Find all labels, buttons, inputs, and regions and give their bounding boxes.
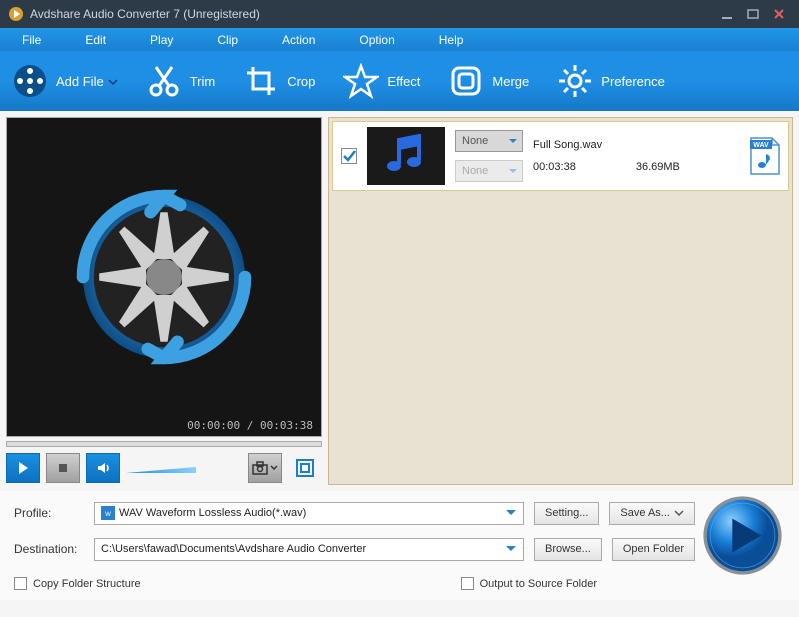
preview-pane: 00:00:00 / 00:03:38: [6, 117, 322, 485]
app-logo-icon: [8, 6, 24, 22]
merge-button[interactable]: Merge: [448, 63, 529, 99]
add-file-label: Add File: [56, 74, 104, 89]
file-dropdowns: None None: [455, 130, 523, 182]
volume-slider[interactable]: [126, 463, 196, 473]
menubar: File Edit Play Clip Action Option Help: [0, 28, 799, 51]
convert-button[interactable]: [700, 493, 785, 578]
chevron-down-icon: [108, 74, 118, 89]
scissors-icon: [146, 63, 182, 99]
play-button[interactable]: [6, 453, 40, 483]
file-dropdown-2: None: [455, 160, 523, 182]
file-meta: Full Song.wav 00:03:38 36.69MB: [533, 139, 740, 173]
chevron-down-icon: [505, 509, 517, 517]
file-duration: 00:03:38: [533, 161, 576, 173]
menu-file[interactable]: File: [0, 33, 63, 47]
output-source-label: Output to Source Folder: [480, 578, 597, 590]
menu-edit[interactable]: Edit: [63, 33, 128, 47]
menu-help[interactable]: Help: [417, 33, 486, 47]
profile-label: Profile:: [14, 506, 94, 520]
preview-progress[interactable]: [6, 441, 322, 447]
merge-icon: [448, 63, 484, 99]
destination-label: Destination:: [14, 542, 94, 556]
trim-button[interactable]: Trim: [146, 63, 216, 99]
wav-icon: W: [101, 506, 115, 520]
minimize-button[interactable]: [715, 5, 739, 23]
crop-label: Crop: [287, 74, 315, 89]
chevron-down-icon: [505, 545, 517, 553]
copy-folder-checkbox[interactable]: [14, 577, 27, 590]
svg-text:WAV: WAV: [753, 142, 769, 149]
menu-option[interactable]: Option: [337, 33, 416, 47]
window-title: Avdshare Audio Converter 7 (Unregistered…: [30, 7, 713, 21]
snapshot-button[interactable]: [248, 453, 282, 483]
copy-folder-label: Copy Folder Structure: [33, 578, 141, 590]
menu-clip[interactable]: Clip: [195, 33, 260, 47]
star-icon: [343, 63, 379, 99]
film-reel-icon: [12, 63, 48, 99]
preview-controls: [6, 451, 322, 485]
preview-video: 00:00:00 / 00:03:38: [6, 117, 322, 437]
titlebar: Avdshare Audio Converter 7 (Unregistered…: [0, 0, 799, 28]
destination-value: C:\Users\fawad\Documents\Avdshare Audio …: [101, 543, 366, 555]
open-folder-button[interactable]: Open Folder: [612, 538, 695, 561]
file-checkbox[interactable]: [341, 148, 357, 164]
preference-button[interactable]: Preference: [557, 63, 665, 99]
file-thumbnail: [367, 127, 445, 185]
profile-value: WAV Waveform Lossless Audio(*.wav): [119, 507, 306, 519]
effect-label: Effect: [387, 74, 420, 89]
save-as-button[interactable]: Save As...: [609, 502, 695, 525]
toolbar: Add File Trim Crop Effect Merge Preferen…: [0, 51, 799, 111]
preference-label: Preference: [601, 74, 665, 89]
output-source-checkbox[interactable]: [461, 577, 474, 590]
file-row[interactable]: None None Full Song.wav 00:03:38 36.69MB…: [332, 121, 789, 191]
destination-combo[interactable]: C:\Users\fawad\Documents\Avdshare Audio …: [94, 538, 524, 561]
browse-button[interactable]: Browse...: [534, 538, 602, 561]
profile-combo[interactable]: W WAV Waveform Lossless Audio(*.wav): [94, 502, 524, 525]
menu-play[interactable]: Play: [128, 33, 195, 47]
preview-reel-icon: [74, 187, 254, 367]
music-notes-icon: [381, 134, 431, 178]
gear-icon: [557, 63, 593, 99]
crop-icon: [243, 63, 279, 99]
trim-label: Trim: [190, 74, 216, 89]
fullscreen-button[interactable]: [288, 453, 322, 483]
effect-button[interactable]: Effect: [343, 63, 420, 99]
workarea: 00:00:00 / 00:03:38 None None Full Song.…: [0, 111, 799, 491]
add-file-button[interactable]: Add File: [12, 63, 118, 99]
maximize-button[interactable]: [741, 5, 765, 23]
close-button[interactable]: [767, 5, 791, 23]
merge-label: Merge: [492, 74, 529, 89]
file-list: None None Full Song.wav 00:03:38 36.69MB…: [328, 117, 793, 485]
file-format-icon: WAV: [750, 137, 780, 175]
crop-button[interactable]: Crop: [243, 63, 315, 99]
preview-timecode: 00:00:00 / 00:03:38: [187, 419, 313, 432]
file-dropdown-1[interactable]: None: [455, 130, 523, 152]
bottom-panel: Profile: W WAV Waveform Lossless Audio(*…: [0, 491, 799, 600]
setting-button[interactable]: Setting...: [534, 502, 599, 525]
stop-button[interactable]: [46, 453, 80, 483]
menu-action[interactable]: Action: [260, 33, 337, 47]
svg-text:W: W: [105, 512, 111, 518]
file-size: 36.69MB: [636, 161, 680, 173]
volume-button[interactable]: [86, 453, 120, 483]
file-name: Full Song.wav: [533, 139, 740, 151]
